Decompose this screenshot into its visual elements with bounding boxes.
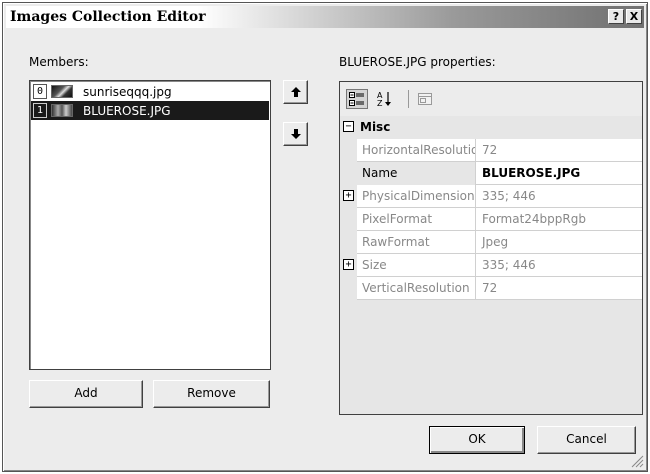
image-thumbnail-icon <box>51 104 73 117</box>
property-name: PixelFormat <box>357 208 476 231</box>
move-up-button[interactable] <box>283 80 308 104</box>
list-item-selected[interactable]: 1 BLUEROSE.JPG <box>31 101 269 120</box>
cancel-button[interactable]: Cancel <box>537 426 636 454</box>
category-row-misc[interactable]: − Misc <box>340 116 642 139</box>
resize-grip-icon[interactable] <box>630 454 644 468</box>
properties-label: BLUEROSE.JPG properties: <box>339 55 496 69</box>
property-name: VerticalResolution <box>357 277 476 300</box>
property-name: PhysicalDimension <box>357 185 476 208</box>
property-row-rawformat[interactable]: RawFormat Jpeg <box>340 231 642 254</box>
members-listbox[interactable]: 0 sunriseqqq.jpg 1 BLUEROSE.JPG <box>29 80 271 370</box>
property-row-verticalresolution[interactable]: VerticalResolution 72 <box>340 277 642 300</box>
property-row-pixelformat[interactable]: PixelFormat Format24bppRgb <box>340 208 642 231</box>
expand-icon[interactable]: + <box>343 259 354 270</box>
property-value[interactable]: 335; 446 <box>477 185 642 208</box>
property-pages-button[interactable] <box>414 89 436 109</box>
category-label: Misc <box>360 120 391 134</box>
property-name: RawFormat <box>357 231 476 254</box>
property-row-size[interactable]: + Size 335; 446 <box>340 254 642 277</box>
title-bar[interactable]: Images Collection Editor ? X <box>6 6 644 28</box>
property-value[interactable]: BLUEROSE.JPG <box>477 162 642 185</box>
item-index: 1 <box>33 103 47 118</box>
property-grid-empty-area <box>340 300 642 414</box>
expand-icon[interactable]: + <box>343 190 354 201</box>
add-button[interactable]: Add <box>29 380 143 408</box>
svg-text:Z: Z <box>377 99 383 107</box>
property-row-name[interactable]: Name BLUEROSE.JPG <box>340 162 642 185</box>
ok-button[interactable]: OK <box>429 426 525 454</box>
property-grid-toolbar: A Z <box>340 82 642 116</box>
item-index: 0 <box>33 84 47 99</box>
property-name: Size <box>357 254 476 277</box>
categorized-icon <box>349 92 364 106</box>
property-grid: A Z − Misc HorizontalResolution 72 Name … <box>339 81 643 415</box>
sort-alphabetical-icon: A Z <box>377 91 391 107</box>
list-item[interactable]: 0 sunriseqqq.jpg <box>31 82 269 101</box>
arrow-down-icon <box>290 129 301 139</box>
property-value[interactable]: 72 <box>477 139 642 162</box>
toolbar-separator <box>408 90 409 108</box>
property-pages-icon <box>418 93 432 105</box>
arrow-up-icon <box>290 87 301 97</box>
property-value[interactable]: 72 <box>477 277 642 300</box>
property-value[interactable]: Format24bppRgb <box>477 208 642 231</box>
images-collection-editor-dialog: Images Collection Editor ? X Members: 0 … <box>2 2 648 472</box>
remove-button[interactable]: Remove <box>153 380 270 408</box>
window-title: Images Collection Editor <box>10 9 206 25</box>
image-thumbnail-icon <box>51 85 73 98</box>
property-name: HorizontalResolution <box>357 139 476 162</box>
property-table: − Misc HorizontalResolution 72 Name BLUE… <box>340 116 642 414</box>
move-down-button[interactable] <box>283 122 308 146</box>
property-value[interactable]: 335; 446 <box>477 254 642 277</box>
property-name: Name <box>357 162 476 185</box>
property-value[interactable]: Jpeg <box>477 231 642 254</box>
close-button[interactable]: X <box>626 9 642 24</box>
alphabetical-view-button[interactable]: A Z <box>374 89 396 109</box>
categorized-view-button[interactable] <box>346 89 368 109</box>
members-label: Members: <box>29 55 89 69</box>
item-name: BLUEROSE.JPG <box>83 103 171 118</box>
collapse-icon[interactable]: − <box>343 121 354 132</box>
item-name: sunriseqqq.jpg <box>83 84 172 99</box>
help-button[interactable]: ? <box>608 9 624 24</box>
property-row-horizontalresolution[interactable]: HorizontalResolution 72 <box>340 139 642 162</box>
property-row-physicaldimension[interactable]: + PhysicalDimension 335; 446 <box>340 185 642 208</box>
